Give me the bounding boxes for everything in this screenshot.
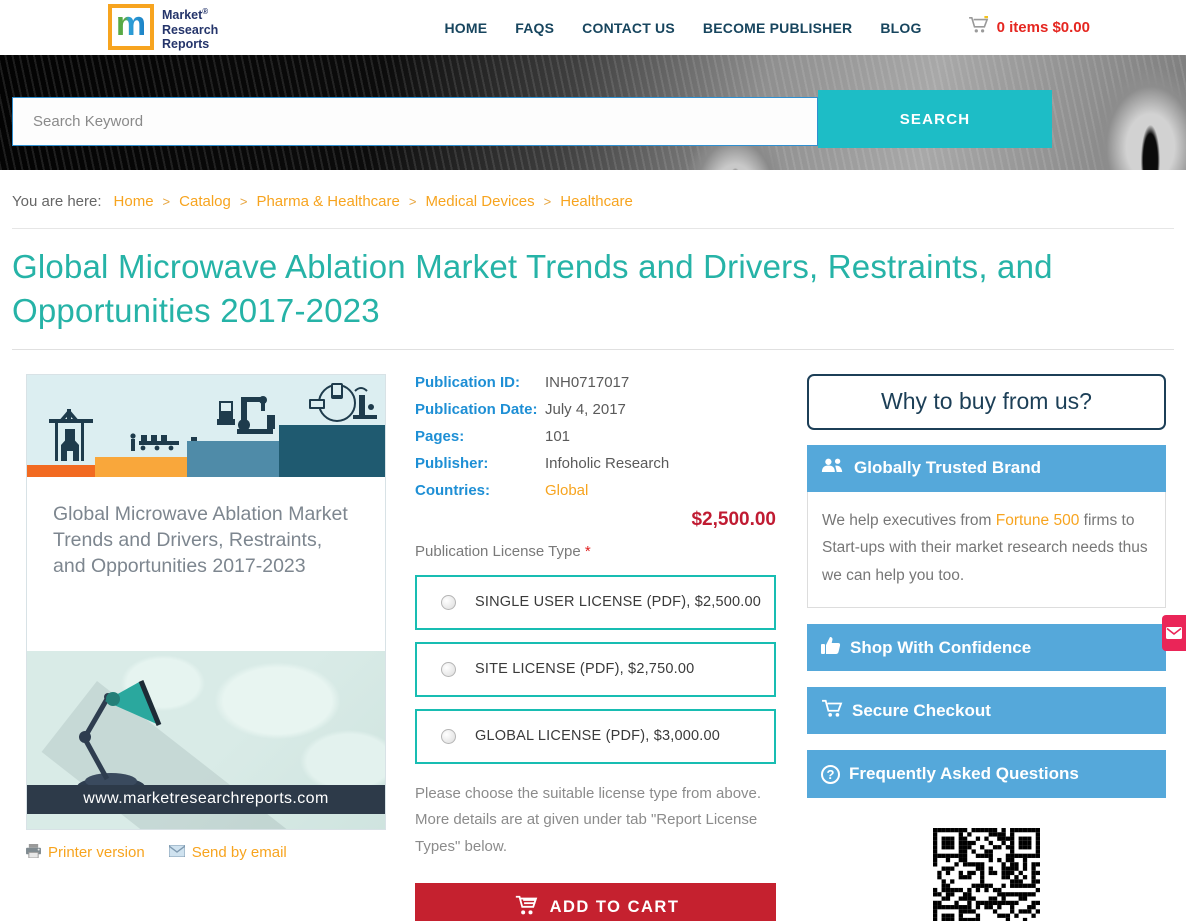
printer-icon (26, 843, 41, 862)
publication-id-value: INH0717017 (545, 373, 630, 391)
desk-lamp-icon (55, 669, 185, 802)
site-license-radio[interactable] (441, 661, 456, 677)
detail-row-publication-date: Publication Date: July 4, 2017 (415, 400, 626, 418)
site-logo[interactable]: m Market® Research Reports (108, 4, 219, 51)
cart-icon (968, 16, 990, 39)
breadcrumb-pharma-healthcare[interactable]: Pharma & Healthcare (256, 193, 399, 210)
countries-global-link[interactable]: Global (545, 482, 588, 499)
checkout-cart-icon (821, 699, 843, 723)
breadcrumb-prefix: You are here: (12, 193, 102, 210)
printer-version-link[interactable]: Printer version (26, 843, 145, 862)
nav-faqs[interactable]: FAQS (515, 20, 554, 36)
report-cover-image[interactable]: Global Microwave Ablation Market Trends … (26, 373, 386, 830)
breadcrumb-separator: > (239, 194, 248, 209)
breadcrumb-medical-devices[interactable]: Medical Devices (425, 193, 534, 210)
nav-contact-us[interactable]: CONTACT US (582, 20, 675, 36)
product-details-column: Publication ID: INH0717017 Publication D… (415, 374, 776, 921)
envelope-icon (1166, 627, 1182, 639)
product-price: $2,500.00 (691, 508, 776, 530)
step-bar-steelblue (187, 440, 279, 477)
breadcrumb-separator: > (543, 194, 552, 209)
main-nav: HOME FAQS CONTACT US BECOME PUBLISHER BL… (444, 20, 921, 36)
banner-globally-trusted[interactable]: Globally Trusted Brand (807, 444, 1166, 492)
why-to-buy-box[interactable]: Why to buy from us? (807, 373, 1166, 430)
search-input[interactable] (12, 96, 818, 146)
product-content: Global Microwave Ablation Market Trends … (0, 373, 1186, 921)
breadcrumb-separator: > (408, 194, 417, 209)
feedback-envelope-tab[interactable] (1162, 615, 1186, 651)
nav-blog[interactable]: BLOG (880, 20, 921, 36)
required-asterisk: * (584, 542, 591, 560)
global-license-radio[interactable] (441, 728, 456, 744)
qr-code (933, 828, 1040, 921)
license-type-label: Publication License Type * (415, 542, 591, 560)
cover-map-panel: www.marketresearchreports.com (27, 650, 385, 829)
banner-shop-with-confidence[interactable]: Shop With Confidence (807, 624, 1166, 672)
search-button[interactable]: SEARCH (818, 90, 1052, 148)
website-url: www.marketresearchreports.com (83, 790, 329, 808)
detail-row-countries: Countries: Global (415, 481, 589, 499)
product-image-column: Global Microwave Ablation Market Trends … (26, 373, 386, 862)
logo-text: Market® Research Reports (162, 7, 219, 51)
breadcrumb-healthcare[interactable]: Healthcare (560, 193, 633, 210)
banner-secure-checkout[interactable]: Secure Checkout (807, 687, 1166, 735)
license-option-single-user[interactable]: SINGLE USER LICENSE (PDF), $2,500.00 (415, 574, 776, 630)
iot-automation-icon (307, 381, 379, 430)
send-by-email-link[interactable]: Send by email (168, 844, 287, 861)
license-note: Please choose the suitable license type … (415, 784, 762, 856)
cover-title-text: Global Microwave Ablation Market Trends … (53, 502, 348, 577)
cart-summary[interactable]: 0 items $0.00 (968, 16, 1090, 39)
cover-illustration (27, 374, 385, 477)
breadcrumb: You are here: Home > Catalog > Pharma & … (0, 170, 1186, 210)
breadcrumb-separator: > (162, 194, 171, 209)
breadcrumb-catalog[interactable]: Catalog (179, 193, 231, 210)
pages-value: 101 (545, 427, 571, 445)
step-bar-darkteal (279, 424, 385, 477)
thumbs-up-icon (821, 636, 841, 660)
header: m Market® Research Reports HOME FAQS CON… (0, 0, 1186, 55)
single-user-radio[interactable] (441, 594, 456, 610)
search-form: SEARCH (12, 90, 1186, 148)
page: m Market® Research Reports HOME FAQS CON… (0, 0, 1186, 921)
publisher-value: Infoholic Research (545, 454, 670, 472)
detail-row-publisher: Publisher: Infoholic Research (415, 454, 670, 472)
add-to-cart-icon (512, 894, 538, 921)
oil-derrick-icon (47, 407, 97, 470)
step-bar-orange (27, 464, 95, 477)
detail-row-pages: Pages: 101 (415, 427, 571, 445)
email-icon (168, 844, 186, 861)
hero-banner: SEARCH (0, 55, 1186, 170)
nav-become-publisher[interactable]: BECOME PUBLISHER (703, 20, 852, 36)
cart-count-total: 0 items $0.00 (996, 19, 1090, 36)
license-option-site[interactable]: SITE LICENSE (PDF), $2,750.00 (415, 641, 776, 697)
divider (12, 348, 1174, 350)
share-actions: Printer version Send by email (26, 843, 386, 862)
page-title: Global Microwave Ablation Market Trends … (12, 248, 1053, 329)
website-url-bar: www.marketresearchreports.com (27, 784, 385, 814)
question-icon: ? (821, 764, 840, 784)
nav-home[interactable]: HOME (444, 20, 487, 36)
registered-icon: ® (202, 7, 209, 17)
sidebar: Why to buy from us? Globally Trusted Bra… (807, 373, 1166, 921)
add-to-cart-button[interactable]: ADD TO CART (415, 882, 776, 921)
breadcrumb-home[interactable]: Home (114, 193, 154, 210)
trusted-brand-text: We help executives from Fortune 500 firm… (807, 491, 1166, 609)
users-icon (821, 457, 845, 479)
logo-mark-icon: m (108, 4, 154, 51)
banner-faq[interactable]: ? Frequently Asked Questions (807, 750, 1166, 799)
publication-date-value: July 4, 2017 (545, 400, 626, 418)
robot-arm-icon (217, 393, 277, 446)
cover-title-panel: Global Microwave Ablation Market Trends … (27, 476, 385, 651)
license-option-global[interactable]: GLOBAL LICENSE (PDF), $3,000.00 (415, 708, 776, 764)
step-bar-amber (95, 456, 187, 477)
detail-row-publication-id: Publication ID: INH0717017 (415, 373, 630, 391)
fortune-500-link[interactable]: Fortune 500 (996, 512, 1080, 529)
